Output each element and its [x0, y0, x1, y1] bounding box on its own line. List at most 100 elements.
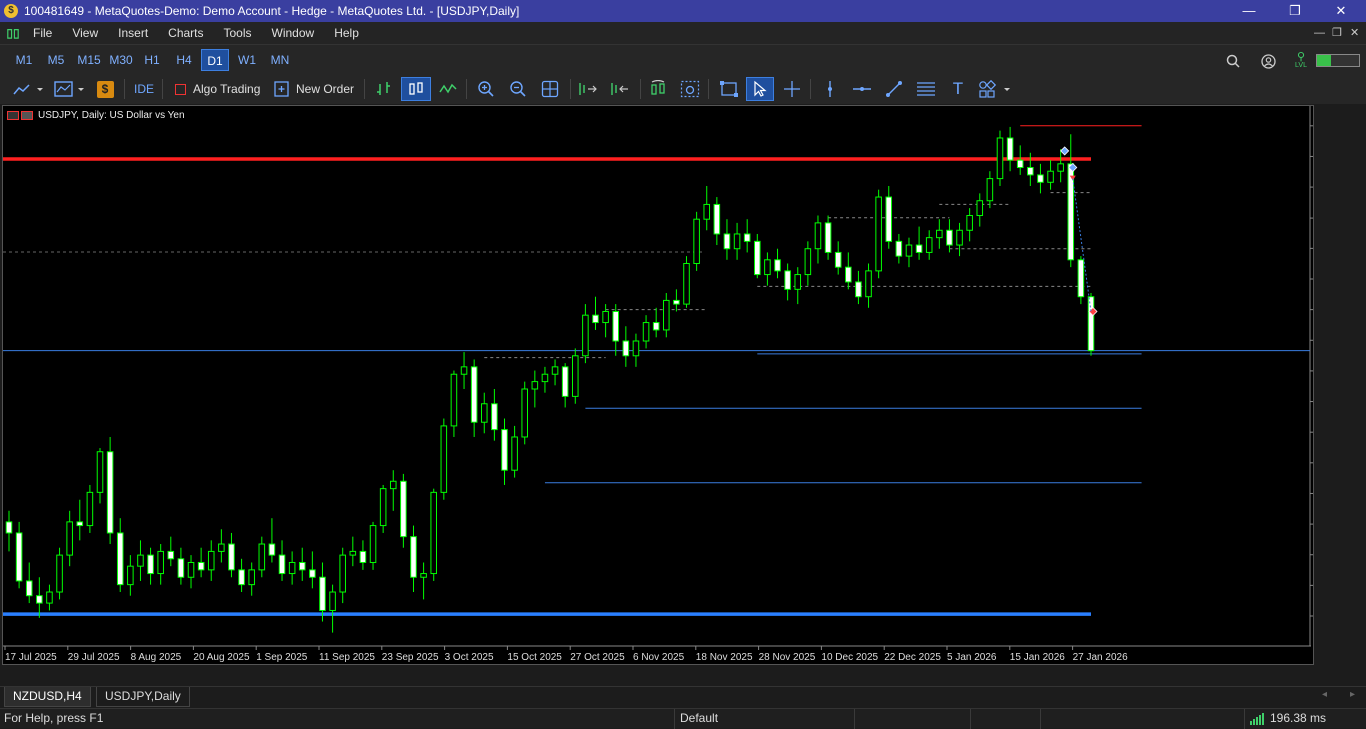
candle-body	[349, 550, 357, 556]
candle-body	[480, 403, 488, 423]
timeframe-h1[interactable]: H1	[138, 49, 166, 71]
candle-body	[925, 237, 933, 253]
timeframe-m30[interactable]: M30	[106, 49, 136, 71]
ide-button[interactable]: IDE	[134, 77, 154, 101]
candle-body	[642, 322, 650, 342]
grid-icon[interactable]	[538, 77, 562, 101]
candle-body	[470, 366, 478, 423]
crosshair-select-icon[interactable]	[716, 77, 742, 101]
text-icon[interactable]: T	[946, 77, 970, 101]
timeframe-m15[interactable]: M15	[74, 49, 104, 71]
new-order-button[interactable]: New Order	[296, 77, 354, 101]
horizontal-line-icon[interactable]	[850, 77, 874, 101]
toolbar-separator	[810, 79, 811, 99]
candle-body	[339, 554, 346, 593]
child-close-icon[interactable]: ✕	[1350, 22, 1359, 44]
child-restore-icon[interactable]: ❐	[1332, 22, 1342, 44]
menu-charts[interactable]: Charts	[158, 22, 213, 44]
mt5-logo-icon[interactable]: ▯▯	[5, 25, 21, 41]
candle-body	[25, 580, 33, 597]
menu-file[interactable]: File	[23, 22, 62, 44]
algo-trading-button[interactable]: Algo Trading	[193, 77, 260, 101]
shapes-icon[interactable]	[976, 77, 1014, 101]
candle-body	[794, 274, 802, 290]
candle-body	[491, 403, 498, 431]
auto-scroll-icon[interactable]	[576, 77, 600, 101]
channel-icon[interactable]	[914, 77, 938, 101]
crosshair-icon[interactable]	[780, 77, 804, 101]
templates-icon[interactable]	[646, 77, 670, 101]
vertical-line-icon[interactable]	[818, 77, 842, 101]
menu-help[interactable]: Help	[324, 22, 369, 44]
chart-shift-icon[interactable]	[608, 77, 632, 101]
toolbar-separator	[640, 79, 641, 99]
candle-body	[248, 569, 255, 586]
candle-body	[764, 259, 771, 276]
network-signal-icon	[1250, 713, 1266, 725]
minimize-button[interactable]: —	[1226, 0, 1272, 22]
candle-body	[592, 314, 599, 324]
trade-entry-marker	[1060, 146, 1070, 156]
account-icon[interactable]	[1257, 49, 1279, 73]
candle-body	[167, 550, 175, 560]
timeframe-h4[interactable]: H4	[170, 49, 198, 71]
tabs-scroll-left-icon[interactable]: ◂	[1322, 689, 1327, 700]
line-icon[interactable]	[436, 77, 460, 101]
chart-symbol-label: USDJPY, Daily: US Dollar vs Yen	[7, 110, 185, 121]
window-title: 100481649 - MetaQuotes-Demo: Demo Accoun…	[24, 4, 520, 18]
indicators-icon[interactable]	[52, 77, 88, 101]
candle-body	[268, 543, 276, 556]
candle-body	[177, 558, 185, 578]
new-order-icon[interactable]	[273, 77, 291, 101]
cursor-icon[interactable]	[746, 77, 774, 101]
candle-body	[389, 480, 397, 490]
menu-window[interactable]: Window	[262, 22, 325, 44]
menu-insert[interactable]: Insert	[108, 22, 158, 44]
candle-body	[683, 262, 690, 305]
line-chart-icon[interactable]	[10, 77, 46, 101]
candle-body	[1057, 163, 1064, 172]
tab-nzdusd-h4[interactable]: NZDUSD,H4	[4, 687, 91, 707]
candle-body	[561, 366, 569, 397]
candle-body	[834, 251, 842, 268]
zoom-in-icon[interactable]	[474, 77, 498, 101]
candle-body	[693, 218, 700, 264]
close-button[interactable]: ✕	[1318, 0, 1364, 22]
candle-body	[612, 310, 620, 342]
candlestick-icon[interactable]	[401, 77, 431, 101]
candle-body	[936, 229, 943, 239]
candle-body	[855, 281, 862, 298]
usdjpy-daily-chart[interactable]: 159.430158.600157.770156.930156.110155.2…	[3, 106, 1313, 664]
timeframe-mn[interactable]: MN	[265, 49, 295, 71]
chart-area[interactable]: 159.430158.600157.770156.930156.110155.2…	[2, 105, 1314, 665]
menu-tools[interactable]: Tools	[214, 22, 262, 44]
zoom-out-icon[interactable]	[506, 77, 530, 101]
candle-body	[197, 561, 205, 571]
tab-usdjpy-daily[interactable]: USDJPY,Daily	[96, 687, 190, 707]
child-minimize-icon[interactable]: —	[1314, 22, 1325, 44]
timeframe-m5[interactable]: M5	[42, 49, 70, 71]
timeframe-d1[interactable]: D1	[201, 49, 229, 71]
candle-body	[885, 196, 893, 242]
candle-body	[531, 381, 539, 390]
signal-icon[interactable]: ⚲ LVL	[1292, 48, 1310, 72]
candle-body	[541, 373, 549, 383]
algo-trading-icon[interactable]	[172, 77, 188, 101]
timeframe-w1[interactable]: W1	[233, 49, 261, 71]
search-icon[interactable]	[1222, 49, 1244, 73]
bar-chart-icon[interactable]	[372, 77, 396, 101]
screenshot-icon[interactable]	[678, 77, 702, 101]
timeframe-m1[interactable]: M1	[10, 49, 38, 71]
trendline-icon[interactable]	[882, 77, 906, 101]
dollar-icon[interactable]: $	[95, 77, 115, 101]
menu-view[interactable]: View	[62, 22, 108, 44]
maximize-button[interactable]: ❐	[1272, 0, 1318, 22]
candle-body	[207, 550, 215, 571]
date-tick-label: 5 Jan 2026	[947, 652, 997, 663]
candle-body	[430, 491, 437, 575]
date-tick-label: 20 Aug 2025	[193, 652, 250, 663]
candle-body	[582, 314, 589, 357]
candle-body	[1027, 167, 1034, 176]
timeframe-toolbar: M1 M5 M15 M30 H1 H4 D1 W1 MN ⚲ LVL	[0, 44, 1366, 74]
tabs-scroll-right-icon[interactable]: ▸	[1350, 689, 1355, 700]
